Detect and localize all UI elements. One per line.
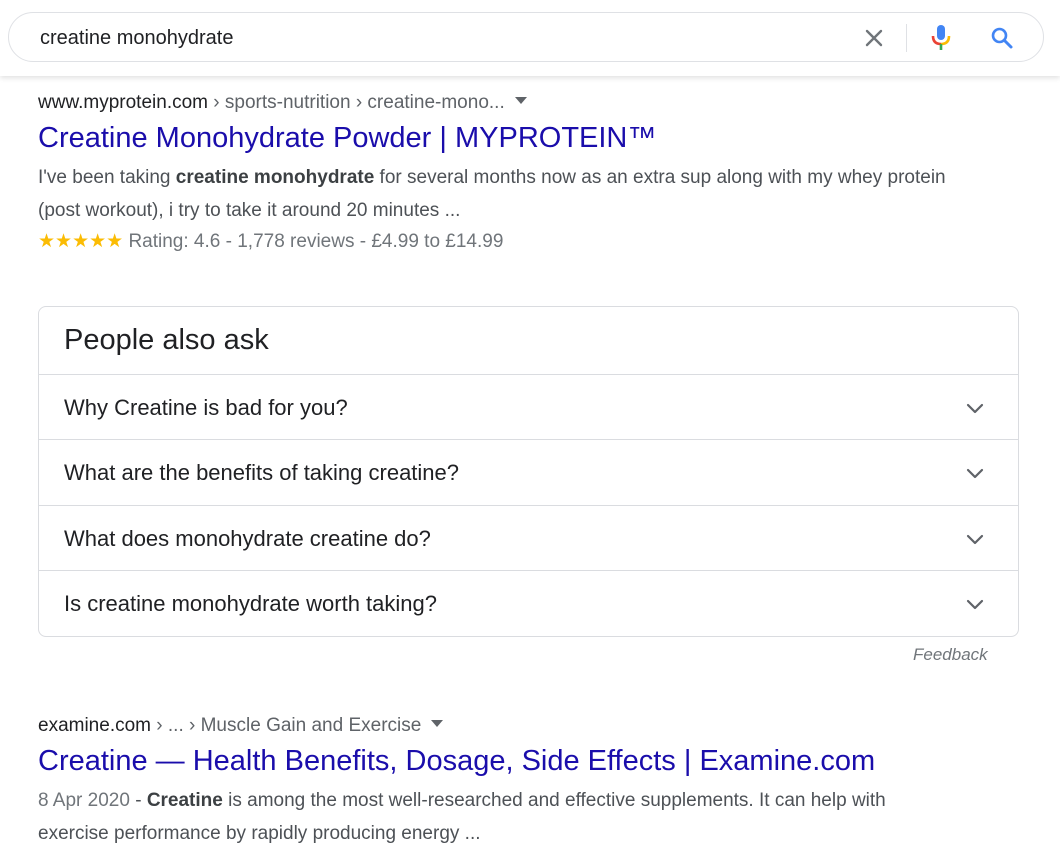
snippet-separator: - [129,790,147,811]
result-breadcrumb[interactable]: www.myprotein.com › sports-nutrition › c… [38,92,958,114]
paa-question: What are the benefits of taking creatine… [64,460,460,485]
paa-question-row[interactable]: Why Creatine is bad for you? [39,374,1018,440]
paa-question: Why Creatine is bad for you? [64,395,348,420]
microphone-icon [931,25,951,50]
chevron-down-icon [966,468,984,479]
chevron-down-icon [966,534,984,545]
result-domain: examine.com [38,715,151,736]
result-breadcrumb[interactable]: examine.com › ... › Muscle Gain and Exer… [38,715,958,737]
search-divider [906,24,907,52]
close-icon [865,29,883,47]
search-input[interactable]: creatine monohydrate [40,27,233,50]
feedback-link[interactable]: Feedback [913,645,988,665]
chevron-down-icon[interactable] [431,720,444,728]
snippet-highlight: creatine monohydrate [175,167,375,188]
result-title-link[interactable]: Creatine — Health Benefits, Dosage, Side… [38,745,958,778]
star-rating-icon: ★★★★★ [38,231,124,252]
search-icon [991,27,1013,49]
search-header: creatine monohydrate [0,0,1060,76]
paa-question-row[interactable]: What does monohydrate creatine do? [39,505,1018,571]
rating-text: Rating: 4.6 - 1,778 reviews - £4.99 to £… [128,231,504,252]
voice-search-button[interactable] [924,13,958,63]
search-result: examine.com › ... › Muscle Gain and Exer… [38,715,958,850]
snippet-highlight: Creatine [146,790,223,811]
chevron-down-icon[interactable] [514,97,527,105]
chevron-down-icon [966,403,984,414]
search-box[interactable]: creatine monohydrate [8,12,1044,62]
result-snippet: I've been taking creatine monohydrate fo… [38,161,958,227]
snippet-text: I've been taking [38,167,176,188]
result-path: › sports-nutrition › creatine-mono... [208,92,505,113]
search-result: www.myprotein.com › sports-nutrition › c… [38,92,958,257]
search-button[interactable] [985,13,1019,63]
result-date: 8 Apr 2020 [38,790,130,811]
result-title-link[interactable]: Creatine Monohydrate Powder | MYPROTEIN™ [38,122,958,155]
paa-question: Is creatine monohydrate worth taking? [64,591,437,616]
paa-question-row[interactable]: What are the benefits of taking creatine… [39,439,1018,505]
rating-line: ★★★★★ Rating: 4.6 - 1,778 reviews - £4.9… [38,227,958,257]
people-also-ask-panel: People also ask Why Creatine is bad for … [38,306,1019,637]
people-also-ask-title: People also ask [64,324,269,356]
result-domain: www.myprotein.com [38,92,208,113]
paa-question: What does monohydrate creatine do? [64,526,431,551]
result-path: › ... › Muscle Gain and Exercise [151,715,422,736]
result-snippet: 8 Apr 2020 - Creatine is among the most … [38,784,958,850]
chevron-down-icon [966,599,984,610]
clear-search-button[interactable] [857,13,891,63]
paa-question-row[interactable]: Is creatine monohydrate worth taking? [39,570,1018,636]
